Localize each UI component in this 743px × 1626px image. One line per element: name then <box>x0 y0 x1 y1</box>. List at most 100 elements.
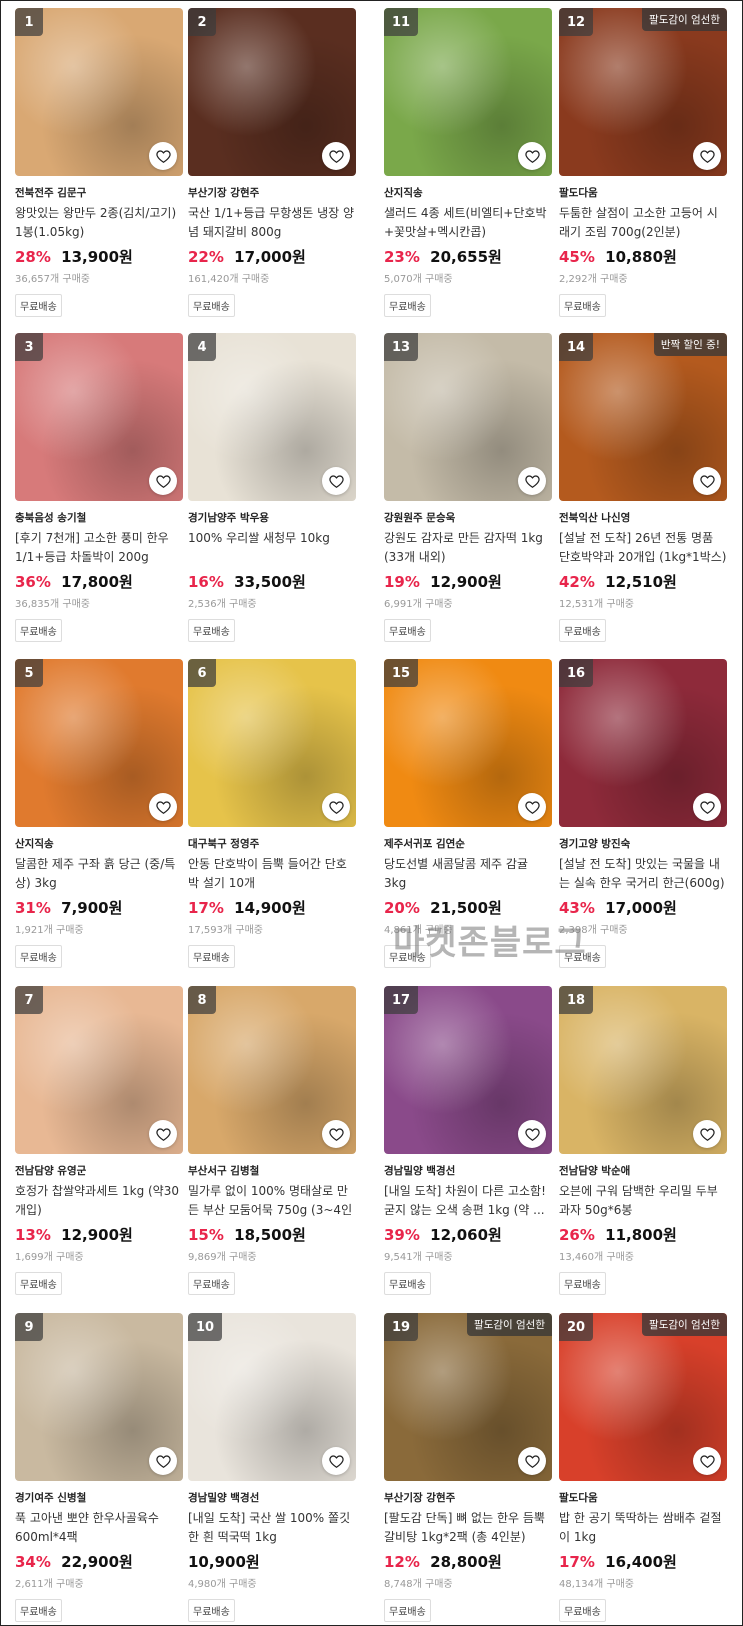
heart-outline-icon[interactable] <box>322 467 350 495</box>
product-title[interactable]: 왕맛있는 왕만두 2종(김치/고기) 1봉(1.05kg) <box>15 204 183 242</box>
buyer-count: 9,869개 구매중 <box>188 1252 257 1263</box>
product-title[interactable]: 달콤한 제주 구좌 흙 당근 (중/특상) 3kg <box>15 855 183 893</box>
product-card[interactable]: 13 강원원주 문승욱 강원도 감자로 만든 감자떡 1kg (33개 내외) … <box>384 333 552 642</box>
product-image[interactable]: 10 <box>188 1313 356 1481</box>
buyer-count: 1,921개 구매중 <box>15 925 84 936</box>
product-title[interactable]: 안동 단호박이 듬뿍 들어간 단호박 설기 10개 <box>188 855 356 893</box>
heart-outline-icon[interactable] <box>518 467 546 495</box>
seller-name: 팔도다움 <box>559 187 598 199</box>
heart-outline-icon[interactable] <box>149 1120 177 1148</box>
heart-outline-icon[interactable] <box>518 1447 546 1475</box>
product-image[interactable]: 16 <box>559 659 727 827</box>
product-image[interactable]: 18 <box>559 986 727 1154</box>
product-card[interactable]: 11 산지직송 샐러드 4종 세트(비엘티+단호박+꽃맛살+멕시칸콥) 23% … <box>384 8 552 317</box>
product-image[interactable]: 14 반짝 할인 중! <box>559 333 727 501</box>
heart-outline-icon[interactable] <box>322 1447 350 1475</box>
discount-rate: 26% <box>559 1226 595 1244</box>
heart-outline-icon[interactable] <box>693 1120 721 1148</box>
heart-outline-icon[interactable] <box>322 1120 350 1148</box>
buyer-count: 8,748개 구매중 <box>384 1579 453 1590</box>
product-title[interactable]: [팔도감 단독] 뼈 없는 한우 듬뿍 갈비탕 1kg*2팩 (총 4인분) <box>384 1509 552 1547</box>
product-card[interactable]: 20 팔도감이 엄선한 팔도다움 밥 한 공기 뚝딱하는 쌈배추 겉절이 1kg… <box>559 1313 727 1622</box>
heart-outline-icon[interactable] <box>518 793 546 821</box>
heart-outline-icon[interactable] <box>149 1447 177 1475</box>
product-image[interactable]: 20 팔도감이 엄선한 <box>559 1313 727 1481</box>
product-card[interactable]: 6 대구북구 정영주 안동 단호박이 듬뿍 들어간 단호박 설기 10개 17%… <box>188 659 356 968</box>
product-card[interactable]: 3 충북음성 송기철 [후기 7천개] 고소한 풍미 한우 1/1+등급 차돌박… <box>15 333 183 642</box>
rank-badge: 2 <box>188 8 216 36</box>
product-title[interactable]: [설날 전 도착] 맛있는 국물을 내는 실속 한우 국거리 한근(600g) <box>559 855 727 893</box>
product-title[interactable]: [후기 7천개] 고소한 풍미 한우 1/1+등급 차돌박이 200g <box>15 529 183 567</box>
discount-rate: 13% <box>15 1226 51 1244</box>
heart-outline-icon[interactable] <box>149 793 177 821</box>
product-image[interactable]: 5 <box>15 659 183 827</box>
heart-outline-icon[interactable] <box>322 793 350 821</box>
product-title[interactable]: 강원도 감자로 만든 감자떡 1kg (33개 내외) <box>384 529 552 567</box>
product-card[interactable]: 1 전북전주 김문구 왕맛있는 왕만두 2종(김치/고기) 1봉(1.05kg)… <box>15 8 183 317</box>
product-card[interactable]: 2 부산기장 강현주 국산 1/1+등급 무항생돈 냉장 양념 돼지갈비 800… <box>188 8 356 317</box>
product-image[interactable]: 9 <box>15 1313 183 1481</box>
free-shipping-badge: 무료배송 <box>384 1272 431 1295</box>
seller-name: 전북전주 김문구 <box>15 187 87 199</box>
product-title[interactable]: 국산 1/1+등급 무항생돈 냉장 양념 돼지갈비 800g <box>188 204 356 242</box>
product-card[interactable]: 8 부산서구 김병철 밀가루 없이 100% 명태살로 만든 부산 모둠어묵 7… <box>188 986 356 1295</box>
product-card[interactable]: 12 팔도감이 엄선한 팔도다움 두툼한 살점이 고소한 고등어 시래기 조림 … <box>559 8 727 317</box>
product-card[interactable]: 17 경남밀양 백경선 [내일 도착] 차원이 다른 고소함! 굳지 않는 오색… <box>384 986 552 1295</box>
product-card[interactable]: 9 경기여주 신병철 푹 고아낸 뽀얀 한우사골육수 600ml*4팩 34% … <box>15 1313 183 1622</box>
product-image[interactable]: 3 <box>15 333 183 501</box>
product-card[interactable]: 19 팔도감이 엄선한 부산기장 강현주 [팔도감 단독] 뼈 없는 한우 듬뿍… <box>384 1313 552 1622</box>
free-shipping-badge: 무료배송 <box>188 294 235 317</box>
promo-badge: 팔도감이 엄선한 <box>642 8 727 31</box>
product-title[interactable]: [설날 전 도착] 26년 전통 명품 단호박약과 20개입 (1kg*1박스) <box>559 529 727 567</box>
discount-rate: 45% <box>559 248 595 266</box>
heart-outline-icon[interactable] <box>693 793 721 821</box>
heart-outline-icon[interactable] <box>322 142 350 170</box>
heart-outline-icon[interactable] <box>693 142 721 170</box>
heart-outline-icon[interactable] <box>518 142 546 170</box>
heart-outline-icon[interactable] <box>518 1120 546 1148</box>
product-image[interactable]: 8 <box>188 986 356 1154</box>
product-image[interactable]: 1 <box>15 8 183 176</box>
product-image[interactable]: 2 <box>188 8 356 176</box>
price-row: 26% 11,800원 <box>559 1224 727 1245</box>
product-title[interactable]: 100% 우리쌀 새청무 10kg <box>188 529 356 567</box>
product-card[interactable]: 18 전남담양 박순애 오븐에 구워 담백한 우리밀 두부과자 50g*6봉 2… <box>559 986 727 1295</box>
product-card[interactable]: 7 전남담양 유영군 호정가 찹쌀약과세트 1kg (약30개입) 13% 12… <box>15 986 183 1295</box>
seller-name: 대구북구 정영주 <box>188 838 260 850</box>
product-title[interactable]: 샐러드 4종 세트(비엘티+단호박+꽃맛살+멕시칸콥) <box>384 204 552 242</box>
product-image[interactable]: 4 <box>188 333 356 501</box>
product-image[interactable]: 19 팔도감이 엄선한 <box>384 1313 552 1481</box>
product-title[interactable]: 당도선별 새콤달콤 제주 감귤 3kg <box>384 855 552 893</box>
price: 10,900원 <box>188 1553 260 1571</box>
heart-outline-icon[interactable] <box>693 467 721 495</box>
heart-outline-icon[interactable] <box>149 142 177 170</box>
product-image[interactable]: 7 <box>15 986 183 1154</box>
product-title[interactable]: 두툼한 살점이 고소한 고등어 시래기 조림 700g(2인분) <box>559 204 727 242</box>
buyer-count: 161,420개 구매중 <box>188 274 270 285</box>
product-card[interactable]: 10 경남밀양 백경선 [내일 도착] 국산 쌀 100% 쫄깃한 흰 떡국떡 … <box>188 1313 356 1622</box>
product-image[interactable]: 11 <box>384 8 552 176</box>
product-image[interactable]: 15 <box>384 659 552 827</box>
product-title[interactable]: 푹 고아낸 뽀얀 한우사골육수 600ml*4팩 <box>15 1509 183 1547</box>
product-image[interactable]: 6 <box>188 659 356 827</box>
product-card[interactable]: 14 반짝 할인 중! 전북익산 나신영 [설날 전 도착] 26년 전통 명품… <box>559 333 727 642</box>
product-title[interactable]: [내일 도착] 국산 쌀 100% 쫄깃한 흰 떡국떡 1kg <box>188 1509 356 1547</box>
product-title[interactable]: 오븐에 구워 담백한 우리밀 두부과자 50g*6봉 <box>559 1182 727 1220</box>
heart-outline-icon[interactable] <box>693 1447 721 1475</box>
product-title[interactable]: [내일 도착] 차원이 다른 고소함! 굳지 않는 오색 송편 1kg (약 .… <box>384 1182 552 1220</box>
price-row: 15% 18,500원 <box>188 1224 356 1245</box>
free-shipping-badge: 무료배송 <box>559 619 606 642</box>
product-title[interactable]: 호정가 찹쌀약과세트 1kg (약30개입) <box>15 1182 183 1220</box>
heart-outline-icon[interactable] <box>149 467 177 495</box>
product-card[interactable]: 5 산지직송 달콤한 제주 구좌 흙 당근 (중/특상) 3kg 31% 7,9… <box>15 659 183 968</box>
product-title[interactable]: 밀가루 없이 100% 명태살로 만든 부산 모둠어묵 750g (3~4인분) <box>188 1182 356 1220</box>
product-image[interactable]: 13 <box>384 333 552 501</box>
product-title[interactable]: 밥 한 공기 뚝딱하는 쌈배추 겉절이 1kg <box>559 1509 727 1547</box>
seller-name: 부산서구 김병철 <box>188 1165 260 1177</box>
free-shipping-badge: 무료배송 <box>559 1272 606 1295</box>
free-shipping-badge: 무료배송 <box>188 1599 235 1622</box>
product-card[interactable]: 4 경기남양주 박우용 100% 우리쌀 새청무 10kg 16% 33,500… <box>188 333 356 642</box>
rank-badge: 16 <box>559 659 593 687</box>
product-image[interactable]: 12 팔도감이 엄선한 <box>559 8 727 176</box>
product-image[interactable]: 17 <box>384 986 552 1154</box>
